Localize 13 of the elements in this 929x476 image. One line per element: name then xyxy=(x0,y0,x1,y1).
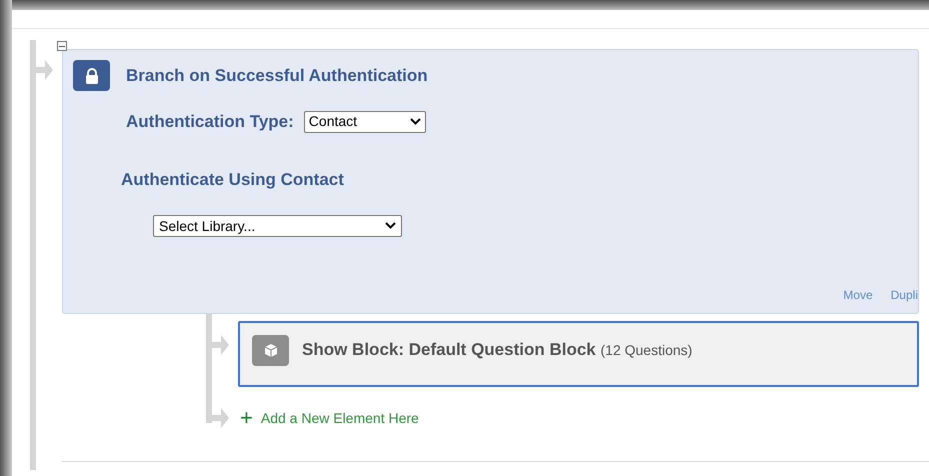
cube-icon xyxy=(252,334,289,366)
lock-icon xyxy=(73,60,110,91)
add-element-link[interactable]: + Add a New Element Here xyxy=(240,407,419,429)
block-title: Show Block: Default Question Block (12 Questions) xyxy=(302,339,692,362)
authentication-type-label: Authentication Type: xyxy=(126,111,294,133)
section-title: Authenticate Using Contact xyxy=(120,168,345,191)
show-block-card[interactable]: Show Block: Default Question Block (12 Questions) xyxy=(238,321,919,387)
branch-title: Branch on Successful Authentication xyxy=(126,64,428,87)
library-select[interactable]: Select Library... xyxy=(153,215,402,237)
authentication-type-select[interactable]: Contact xyxy=(304,110,426,133)
chevron-down-icon xyxy=(410,118,421,126)
collapse-toggle[interactable] xyxy=(57,41,67,51)
chevron-down-icon xyxy=(385,222,396,230)
